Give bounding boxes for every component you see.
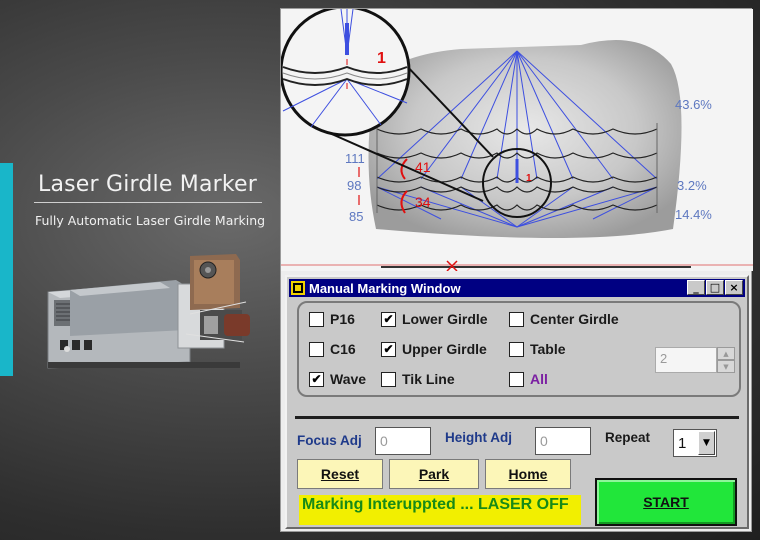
start-button-label: START — [643, 494, 689, 510]
height-adj-input[interactable]: 0 — [535, 427, 591, 455]
count-spinner[interactable]: 2 ▲ ▼ — [655, 347, 735, 373]
option-label: P16 — [330, 311, 355, 327]
checkbox-upper-girdle[interactable]: ✔ — [381, 341, 396, 357]
option-label: Tik Line — [402, 371, 455, 387]
option-wave[interactable]: ✔ Wave — [309, 371, 366, 387]
window-title: Manual Marking Window — [309, 280, 461, 296]
option-lower-girdle[interactable]: ✔ Lower Girdle — [381, 311, 488, 327]
maximize-button[interactable]: □ — [706, 280, 724, 295]
option-table[interactable]: Table — [509, 341, 566, 357]
diamond-profile-view: 41 34 111 98 85 43.6% 3.2% 14.4% 1 1 — [281, 9, 753, 271]
checkbox-p16[interactable] — [309, 311, 324, 327]
window-titlebar[interactable]: Manual Marking Window _ □ × — [289, 279, 745, 297]
option-c16[interactable]: C16 — [309, 341, 356, 357]
spinner-down-icon[interactable]: ▼ — [717, 360, 735, 373]
marking-options-panel: P16 ✔ Lower Girdle Center Girdle C16 ✔ U… — [297, 301, 741, 397]
start-button[interactable]: START — [595, 478, 737, 526]
window-app-icon — [291, 281, 305, 295]
manual-marking-window: Manual Marking Window _ □ × P16 ✔ Lower … — [285, 275, 749, 529]
status-message: Marking Interuppted ... LASER OFF — [299, 495, 581, 525]
close-button[interactable]: × — [725, 280, 743, 295]
option-tik-line[interactable]: Tik Line — [381, 371, 455, 387]
minimize-button[interactable]: _ — [687, 280, 705, 295]
focus-adj-label: Focus Adj — [297, 433, 362, 448]
home-button[interactable]: Home — [485, 459, 571, 489]
spinner-up-icon[interactable]: ▲ — [717, 347, 735, 360]
girdle-percent-label: 3.2% — [677, 178, 707, 193]
option-label: Table — [530, 341, 566, 357]
spinner-value[interactable]: 2 — [655, 347, 717, 373]
focus-adj-input[interactable]: 0 — [375, 427, 431, 455]
brand-subtitle: Fully Automatic Laser Girdle Marking — [35, 213, 266, 228]
option-label: C16 — [330, 341, 356, 357]
reset-button-label: Reset — [320, 466, 360, 482]
checkbox-center-girdle[interactable] — [509, 311, 524, 327]
depth-top-label: 111 — [345, 151, 365, 166]
option-all[interactable]: All — [509, 371, 548, 387]
accent-bar — [0, 163, 13, 376]
repeat-select[interactable]: 1 ▼ — [673, 429, 717, 457]
section-divider — [295, 416, 739, 419]
reset-button[interactable]: Reset — [297, 459, 383, 489]
pavilion-angle-label: 34 — [415, 194, 431, 210]
depth-mid-label: 98 — [347, 178, 361, 193]
pavilion-percent-label: 14.4% — [675, 207, 712, 222]
machine-photo — [47, 254, 250, 369]
park-button[interactable]: Park — [389, 459, 479, 489]
checkbox-all[interactable] — [509, 371, 524, 387]
option-p16[interactable]: P16 — [309, 311, 355, 327]
repeat-value: 1 — [678, 434, 687, 452]
checkbox-lower-girdle[interactable]: ✔ — [381, 311, 396, 327]
checkbox-c16[interactable] — [309, 341, 324, 357]
application-area: 41 34 111 98 85 43.6% 3.2% 14.4% 1 1 Man… — [280, 8, 753, 532]
brand-divider — [34, 202, 262, 203]
option-label: Lower Girdle — [402, 311, 488, 327]
repeat-label: Repeat — [605, 430, 651, 445]
chevron-down-icon[interactable]: ▼ — [698, 431, 715, 455]
option-label: All — [530, 371, 548, 387]
option-center-girdle[interactable]: Center Girdle — [509, 311, 619, 327]
crown-percent-label: 43.6% — [675, 97, 712, 112]
brand-title: Laser Girdle Marker — [38, 172, 258, 197]
home-button-label: Home — [508, 466, 548, 482]
checkbox-tik-line[interactable] — [381, 371, 396, 387]
checkbox-table[interactable] — [509, 341, 524, 357]
checkbox-wave[interactable]: ✔ — [309, 371, 324, 387]
option-upper-girdle[interactable]: ✔ Upper Girdle — [381, 341, 487, 357]
zoom-label: 1 — [377, 50, 386, 67]
option-label: Upper Girdle — [402, 341, 487, 357]
center-mark-label: 1 — [526, 173, 532, 184]
height-adj-label: Height Adj — [445, 430, 512, 445]
park-button-label: Park — [418, 466, 450, 482]
option-label: Wave — [330, 371, 367, 387]
option-label: Center Girdle — [530, 311, 619, 327]
depth-bottom-label: 85 — [349, 209, 363, 224]
